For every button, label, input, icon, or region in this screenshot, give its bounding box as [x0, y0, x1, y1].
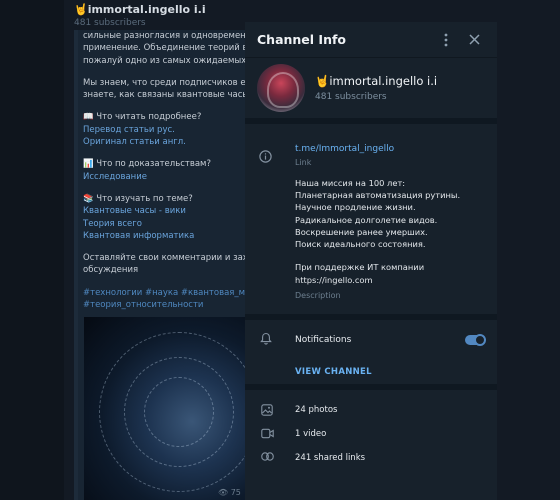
description-line: Планетарная автоматизация рутины.: [295, 190, 461, 201]
link-caption: Link: [295, 158, 312, 167]
message-link[interactable]: Исследование: [83, 171, 264, 183]
link-icon: [261, 451, 274, 464]
channel-profile: 🤘immortal.ingello i.i 481 subscribers: [245, 58, 497, 124]
dialog-header: Channel Info: [245, 22, 497, 58]
media-label: 241 shared links: [295, 452, 366, 463]
video-icon: [261, 428, 274, 442]
dialog-title: Channel Info: [257, 32, 346, 47]
message-line: применение. Объединение теорий в т.: [83, 43, 258, 54]
media-row-videos[interactable]: 1 video: [245, 422, 497, 446]
view-channel-button[interactable]: VIEW CHANNEL: [295, 367, 372, 377]
channel-info-dialog: Channel Info 🤘immortal.ingello i.i 481 s…: [245, 22, 497, 500]
more-vertical-icon[interactable]: [435, 29, 457, 51]
description-line: Поиск идеального состояния.: [295, 239, 426, 250]
channel-subscribers: 481 subscribers: [315, 92, 387, 102]
description-caption: Description: [295, 290, 341, 300]
shared-media-list: 24 photos 1 video 241 shared links: [245, 390, 497, 470]
message-link[interactable]: Оригинал статьи англ.: [83, 136, 264, 148]
message-line: Оставляйте свои комментарии и заход: [83, 253, 259, 264]
channel-link[interactable]: t.me/Immortal_ingello: [295, 144, 485, 154]
close-icon[interactable]: [463, 29, 485, 51]
notifications-toggle[interactable]: [465, 333, 486, 346]
message-image[interactable]: [84, 317, 264, 500]
message-link[interactable]: Квантовая информатика: [83, 230, 264, 242]
photo-icon: [261, 403, 273, 419]
bell-icon: [260, 332, 272, 348]
message-line: сильные разногласия и одновременно: [83, 31, 257, 41]
message-line: 📖 Что читать подробнее?: [83, 112, 202, 123]
description-line: Радикальное долголетие видов.: [295, 214, 438, 225]
channel-info-section: t.me/Immortal_ingello Link Наша миссия н…: [245, 124, 497, 320]
message-line: обсуждения: [83, 265, 139, 276]
description-line: Воскрешение ранее умерших.: [295, 226, 428, 237]
info-icon: [259, 150, 272, 166]
description-line: Научное продление жизни.: [295, 202, 416, 213]
description-url[interactable]: https://ingello.com: [295, 274, 485, 286]
description-line: При поддержке ИТ компании: [295, 262, 425, 273]
notifications-row[interactable]: Notifications: [245, 320, 497, 360]
description-line: Наша миссия на 100 лет:: [295, 178, 406, 188]
chat-title: 🤘immortal.ingello i.i: [74, 3, 206, 16]
media-row-photos[interactable]: 24 photos: [245, 398, 497, 422]
media-label: 24 photos: [295, 404, 338, 415]
message-line: 📚 Что изучать по теме?: [83, 193, 193, 204]
message-link[interactable]: Теория всего: [83, 218, 264, 230]
channel-name: 🤘immortal.ingello i.i: [315, 74, 438, 88]
channel-avatar[interactable]: [257, 64, 305, 112]
message-bubble: сильные разногласия и одновременно примен…: [74, 30, 264, 500]
view-channel-row: VIEW CHANNEL: [245, 360, 497, 390]
message-accent-bar: [74, 30, 78, 500]
notifications-label: Notifications: [295, 334, 352, 345]
message-text: сильные разногласия и одновременно примен…: [83, 30, 264, 311]
view-count: 👁 75: [218, 488, 241, 497]
media-row-links[interactable]: 241 shared links: [245, 446, 497, 470]
message-line: 📊 Что по доказательствам?: [83, 159, 211, 170]
message-link[interactable]: Квантовые часы - вики: [83, 205, 264, 217]
message-line: знаете, как связаны квантовые часы и б: [83, 90, 264, 101]
message-link[interactable]: Перевод статьи рус.: [83, 124, 264, 136]
channel-description: Наша миссия на 100 лет: Планетарная автом…: [295, 177, 485, 300]
media-label: 1 video: [295, 428, 327, 439]
left-panel: [0, 0, 64, 500]
message-hashtags[interactable]: #технологии #наука #квантовая_механ: [83, 287, 264, 299]
message-hashtags[interactable]: #теория_относительности: [83, 299, 264, 311]
message-line: пожалуй одно из самых ожидаемых соб: [83, 55, 264, 66]
message-line: Мы знаем, что среди подписчиков есть: [83, 77, 261, 88]
